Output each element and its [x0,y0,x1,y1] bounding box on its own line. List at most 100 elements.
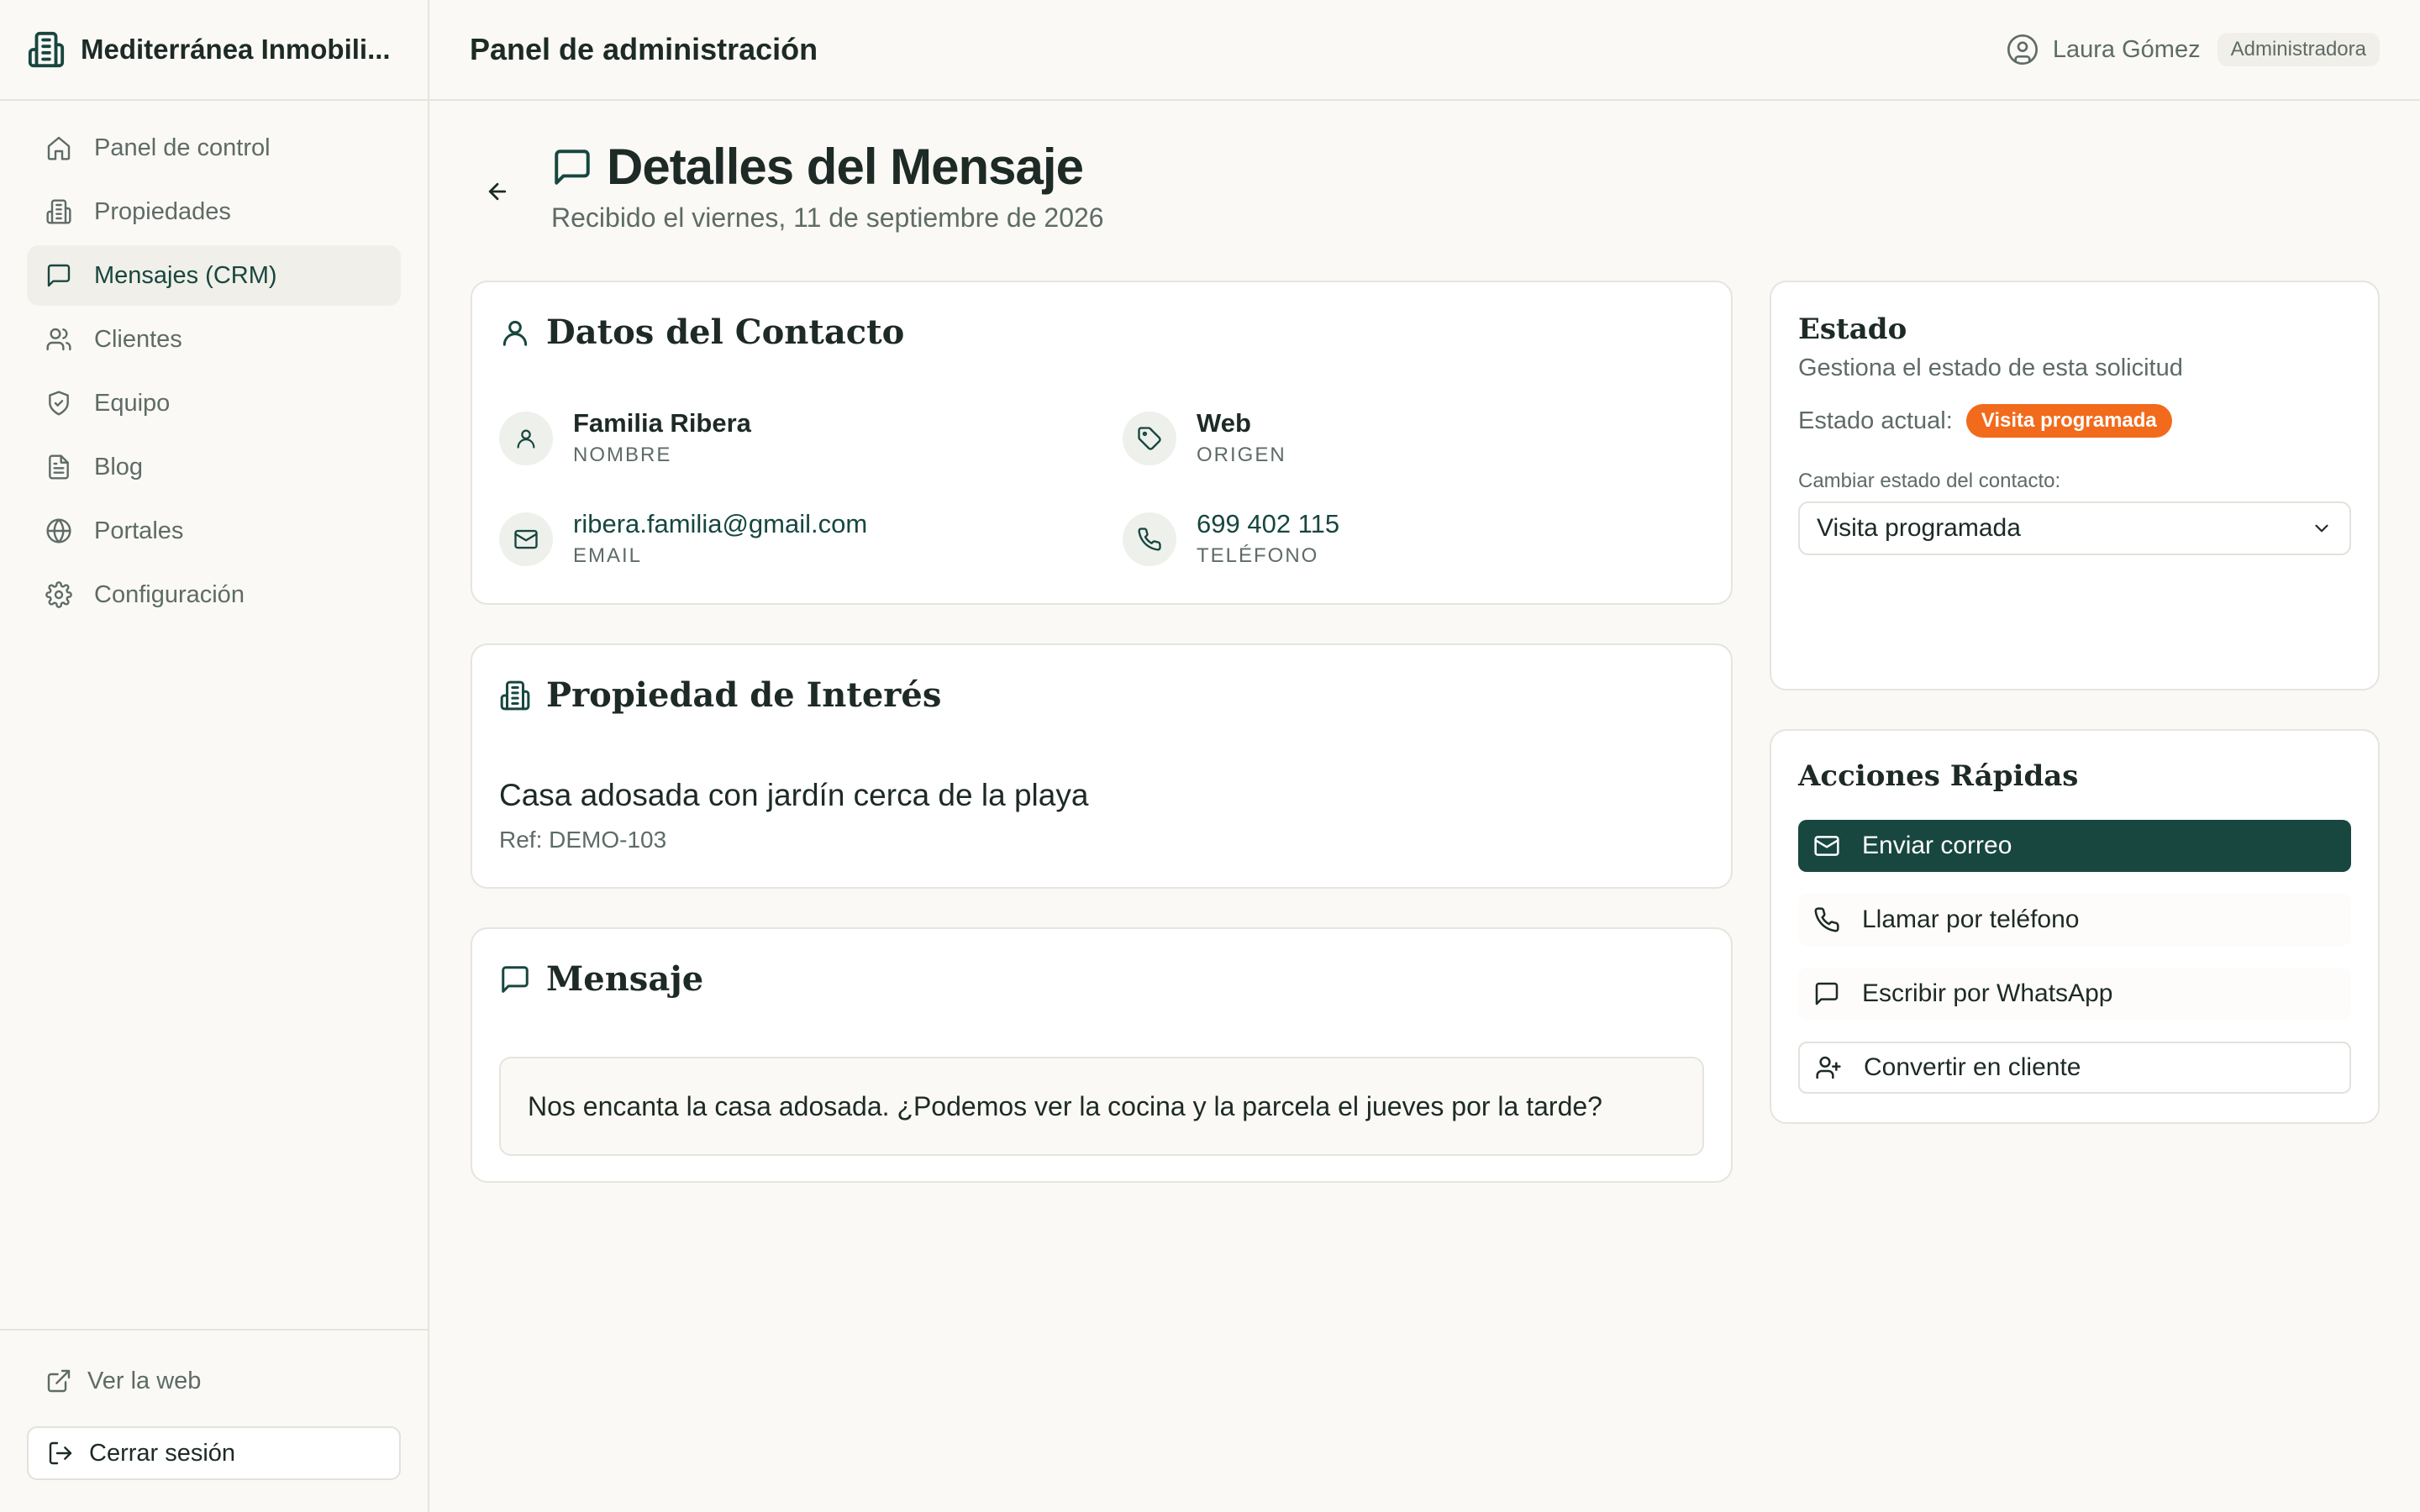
logout-icon [47,1440,74,1467]
chevron-down-icon [2311,517,2333,539]
sidebar: Mediterránea Inmobili... Panel de contro… [0,0,429,1512]
property-info: Casa adosada con jardín cerca de la play… [499,778,1088,853]
contact-card-title: Datos del Contacto [546,312,905,352]
globe-icon [45,517,72,544]
sidebar-nav: Panel de control Propiedades Mensajes (C… [0,101,428,625]
user-name: Laura Gómez [2052,35,2201,63]
sidebar-item-label: Panel de control [94,134,271,161]
message-icon [551,146,593,188]
sidebar-item-propiedades[interactable]: Propiedades [27,181,401,242]
role-badge: Administradora [2217,33,2380,66]
contact-name-value: Familia Ribera [573,408,751,438]
topbar: Panel de administración Laura Gómez Admi… [429,0,2420,101]
property-ref: Ref: DEMO-103 [499,827,667,853]
sidebar-footer: Ver la web Cerrar sesión [0,1329,428,1512]
page-header: Detalles del Mensaje Recibido el viernes… [471,101,2380,281]
property-name[interactable]: Casa adosada con jardín cerca de la play… [499,778,1088,813]
file-text-icon [45,454,72,480]
contact-card-header: Datos del Contacto [499,312,904,352]
user-menu[interactable]: Laura Gómez Administradora [2006,33,2380,66]
property-card: Propiedad de Interés Casa adosada con ja… [471,643,1733,889]
contact-origin-value: Web [1197,408,1251,438]
convert-client-button[interactable]: Convertir en cliente [1798,1042,2351,1094]
mail-icon [499,512,553,566]
view-site-link[interactable]: Ver la web [27,1356,401,1406]
contact-name-label: NOMBRE [573,444,672,466]
message-card: Mensaje Nos encanta la casa adosada. ¿Po… [471,927,1733,1183]
sidebar-item-equipo[interactable]: Equipo [27,373,401,433]
property-card-header: Propiedad de Interés [499,675,941,715]
brand[interactable]: Mediterránea Inmobili... [0,0,428,101]
status-badge: Visita programada [1965,404,2172,438]
contact-name: Familia Ribera NOMBRE [499,407,751,467]
user-circle-icon [2006,33,2039,66]
call-button[interactable]: Llamar por teléfono [1798,894,2351,946]
home-icon [45,134,72,161]
brand-name: Mediterránea Inmobili... [81,34,391,65]
external-link-icon [45,1368,72,1394]
sidebar-item-panel-de-control[interactable]: Panel de control [27,118,401,178]
logout-label: Cerrar sesión [89,1439,236,1467]
message-icon [1813,980,1840,1007]
message-card-header: Mensaje [499,959,703,999]
users-icon [45,326,72,353]
sidebar-item-label: Configuración [94,580,245,608]
topbar-title: Panel de administración [470,32,818,66]
page-title: Detalles del Mensaje [607,139,1084,195]
sidebar-item-label: Blog [94,453,144,480]
gear-icon [45,581,72,608]
convert-client-label: Convertir en cliente [1864,1053,2081,1081]
message-icon [499,963,531,995]
send-email-label: Enviar correo [1862,832,2012,859]
whatsapp-button[interactable]: Escribir por WhatsApp [1798,968,2351,1020]
contact-phone-label: TELÉFONO [1197,544,1319,567]
send-email-button[interactable]: Enviar correo [1798,820,2351,872]
back-button[interactable] [471,165,524,218]
contact-email: ribera.familia@gmail.com EMAIL [499,507,867,568]
tag-icon [1123,412,1176,465]
sidebar-item-configuracion[interactable]: Configuración [27,564,401,625]
status-select[interactable]: Visita programada [1798,501,2351,555]
current-status: Estado actual: Visita programada [1798,404,2351,438]
status-card: Estado Gestiona el estado de esta solici… [1770,281,2380,690]
building-icon [45,198,72,225]
building-logo-icon [27,30,66,69]
whatsapp-label: Escribir por WhatsApp [1862,979,2113,1007]
quick-actions-card: Acciones Rápidas Enviar correo Llamar po… [1770,729,2380,1124]
user-icon [499,412,553,465]
contact-card: Datos del Contacto Familia Ribera NOMBRE… [471,281,1733,605]
property-card-title: Propiedad de Interés [546,675,942,715]
main-content: Detalles del Mensaje Recibido el viernes… [471,101,2380,1183]
status-card-title: Estado [1798,312,1907,346]
building-icon [499,680,531,711]
sidebar-item-label: Clientes [94,325,182,353]
contact-origin: Web ORIGEN [1123,407,1286,467]
sidebar-item-portales[interactable]: Portales [27,501,401,561]
shield-icon [45,390,72,417]
message-body: Nos encanta la casa adosada. ¿Podemos ve… [499,1057,1704,1156]
call-label: Llamar por teléfono [1862,906,2080,933]
sidebar-item-label: Mensajes (CRM) [94,261,277,289]
status-select-label: Cambiar estado del contacto: [1798,470,2061,492]
message-card-title: Mensaje [546,959,704,999]
page-subtitle: Recibido el viernes, 11 de septiembre de… [551,202,1104,233]
sidebar-item-blog[interactable]: Blog [27,437,401,497]
contact-origin-label: ORIGEN [1197,444,1286,466]
contact-phone: 699 402 115 TELÉFONO [1123,507,1339,568]
sidebar-item-label: Portales [94,517,184,544]
contact-phone-link[interactable]: 699 402 115 [1197,507,1339,541]
user-icon [499,317,531,349]
sidebar-item-mensajes[interactable]: Mensajes (CRM) [27,245,401,306]
phone-icon [1813,906,1840,933]
message-icon [45,262,72,289]
current-status-label: Estado actual: [1798,407,1953,434]
status-card-subtitle: Gestiona el estado de esta solicitud [1798,354,2183,381]
quick-actions-title: Acciones Rápidas [1798,759,2079,793]
sidebar-item-clientes[interactable]: Clientes [27,309,401,370]
sidebar-item-label: Equipo [94,389,171,417]
logout-button[interactable]: Cerrar sesión [27,1426,401,1480]
arrow-left-icon [485,179,510,204]
contact-email-label: EMAIL [573,544,643,567]
page-title-block: Detalles del Mensaje Recibido el viernes… [551,138,1104,234]
contact-email-link[interactable]: ribera.familia@gmail.com [573,507,867,541]
